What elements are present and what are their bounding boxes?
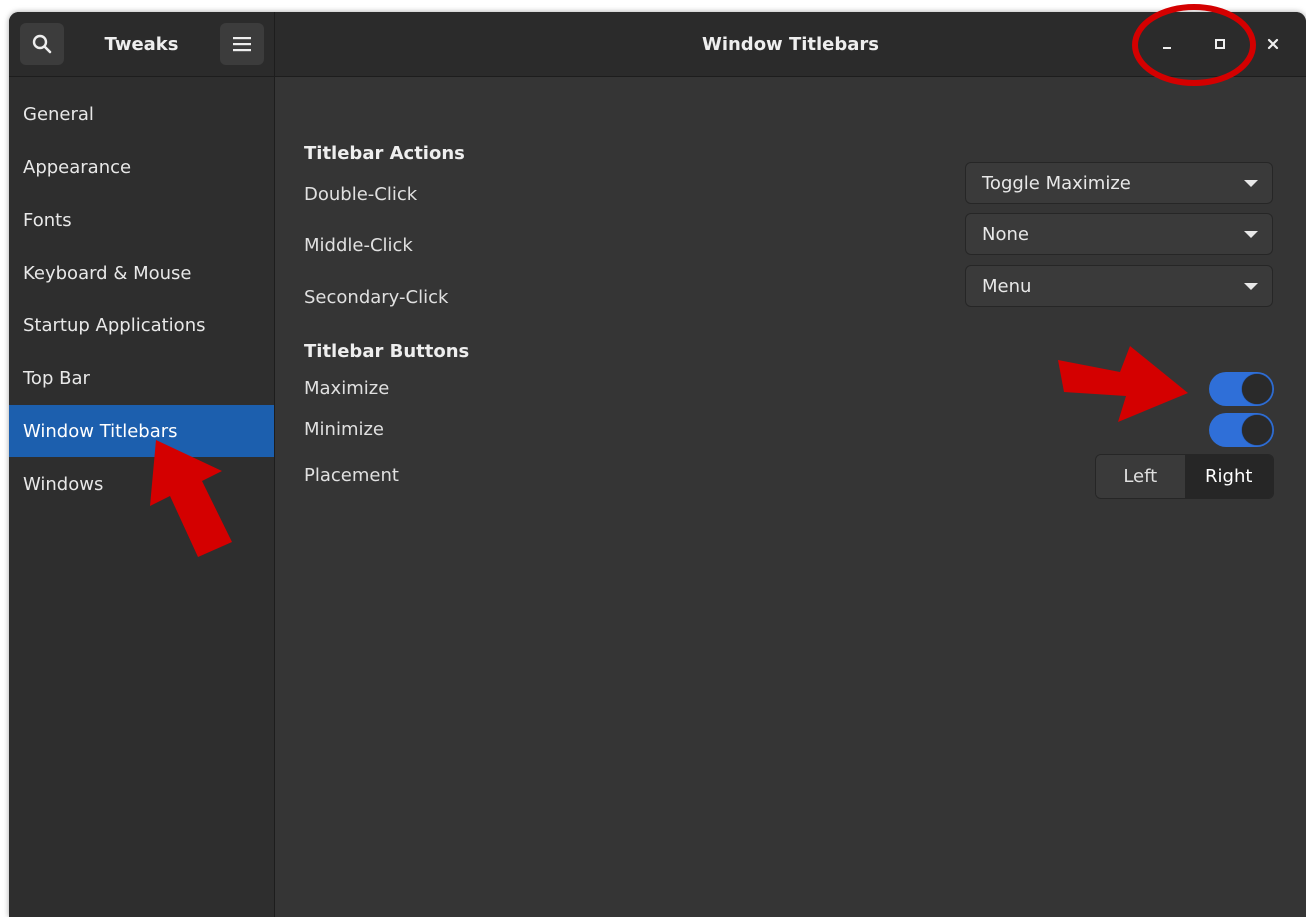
switch-knob bbox=[1242, 415, 1272, 445]
search-icon bbox=[32, 34, 52, 54]
sidebar-header: Tweaks bbox=[9, 12, 275, 76]
sidebar-item-general[interactable]: General bbox=[9, 88, 274, 140]
sidebar-item-windows[interactable]: Windows bbox=[9, 458, 274, 510]
sidebar: General Appearance Fonts Keyboard & Mous… bbox=[9, 77, 275, 917]
sidebar-item-fonts[interactable]: Fonts bbox=[9, 194, 274, 246]
dropdown-arrow-icon bbox=[1244, 180, 1258, 187]
headerbar: Tweaks Window Titlebars bbox=[9, 12, 1306, 77]
dropdown-arrow-icon bbox=[1244, 231, 1258, 238]
close-icon bbox=[1267, 38, 1279, 50]
switch-knob bbox=[1242, 374, 1272, 404]
minimize-icon bbox=[1163, 47, 1171, 49]
maximize-icon bbox=[1215, 39, 1225, 49]
minimize-button[interactable] bbox=[1153, 30, 1181, 58]
middle-click-value: None bbox=[982, 223, 1029, 245]
titlebar-buttons-heading: Titlebar Buttons bbox=[304, 341, 470, 362]
page-title: Window Titlebars bbox=[701, 33, 880, 55]
maximize-button[interactable] bbox=[1206, 30, 1234, 58]
placement-right-button[interactable]: Right bbox=[1184, 455, 1273, 498]
tweaks-window: Tweaks Window Titlebars General Appearan… bbox=[9, 12, 1306, 917]
middle-click-dropdown[interactable]: None bbox=[965, 213, 1273, 255]
app-title: Tweaks bbox=[104, 33, 179, 55]
hamburger-menu-icon bbox=[233, 37, 251, 52]
sidebar-item-window-titlebars[interactable]: Window Titlebars bbox=[9, 405, 274, 457]
secondary-click-label: Secondary-Click bbox=[304, 287, 449, 308]
sidebar-item-top-bar[interactable]: Top Bar bbox=[9, 352, 274, 404]
double-click-value: Toggle Maximize bbox=[982, 172, 1131, 194]
secondary-click-value: Menu bbox=[982, 275, 1032, 297]
sidebar-item-appearance[interactable]: Appearance bbox=[9, 141, 274, 193]
settings-panel: Titlebar Actions Double-Click Toggle Max… bbox=[275, 77, 1306, 917]
dropdown-arrow-icon bbox=[1244, 283, 1258, 290]
titlebar-actions-heading: Titlebar Actions bbox=[304, 143, 465, 164]
minimize-switch[interactable] bbox=[1209, 413, 1274, 447]
secondary-click-dropdown[interactable]: Menu bbox=[965, 265, 1273, 307]
maximize-switch[interactable] bbox=[1209, 372, 1274, 406]
main-menu-button[interactable] bbox=[220, 23, 264, 65]
placement-label: Placement bbox=[304, 465, 399, 486]
minimize-label: Minimize bbox=[304, 419, 384, 440]
double-click-dropdown[interactable]: Toggle Maximize bbox=[965, 162, 1273, 204]
placement-left-button[interactable]: Left bbox=[1096, 455, 1185, 498]
close-button[interactable] bbox=[1259, 30, 1287, 58]
double-click-label: Double-Click bbox=[304, 184, 418, 205]
sidebar-item-startup-applications[interactable]: Startup Applications bbox=[9, 299, 274, 351]
sidebar-item-keyboard-mouse[interactable]: Keyboard & Mouse bbox=[9, 247, 274, 299]
search-button[interactable] bbox=[20, 23, 64, 65]
placement-toggle-group: Left Right bbox=[1095, 454, 1274, 499]
maximize-label: Maximize bbox=[304, 378, 390, 399]
middle-click-label: Middle-Click bbox=[304, 235, 413, 256]
